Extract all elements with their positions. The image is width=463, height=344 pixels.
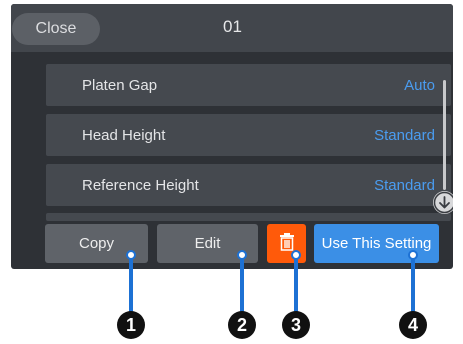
setting-label: Reference Height: [82, 176, 199, 194]
setting-label: Platen Gap: [82, 76, 158, 94]
callout-dot-1: [126, 250, 136, 260]
printer-screen: Close 01 Platen Gap Auto Head Height Sta…: [11, 4, 453, 269]
use-this-setting-button[interactable]: Use This Setting: [314, 224, 439, 263]
callout-badge-2: 2: [228, 311, 256, 339]
callout-dot-2: [237, 250, 247, 260]
setting-value: Standard: [374, 126, 435, 144]
setting-value: Auto: [404, 76, 435, 94]
callout-badge-4: 4: [399, 311, 427, 339]
callout-badge-3: 3: [282, 311, 310, 339]
callout-line-1: [129, 254, 133, 312]
callout-line-4: [411, 254, 415, 312]
setting-value: Standard: [374, 176, 435, 194]
callout-dot-3: [291, 250, 301, 260]
callout-badge-1: 1: [117, 311, 145, 339]
scrollbar[interactable]: [443, 80, 446, 190]
setting-label: Head Height: [82, 126, 166, 144]
callout-line-3: [294, 254, 298, 312]
page-title: 01: [223, 17, 242, 36]
setting-row-reference-height[interactable]: Reference Height Standard: [46, 164, 451, 206]
header-bar: Close 01: [11, 4, 453, 52]
callout-line-2: [240, 254, 244, 312]
setting-row-head-height[interactable]: Head Height Standard: [46, 114, 451, 156]
callout-dot-4: [408, 250, 418, 260]
setting-row-platen-gap[interactable]: Platen Gap Auto: [46, 64, 451, 106]
setting-row-partial[interactable]: [46, 213, 451, 221]
scroll-down-arrow-icon[interactable]: [433, 191, 453, 214]
close-button[interactable]: Close: [12, 13, 100, 45]
